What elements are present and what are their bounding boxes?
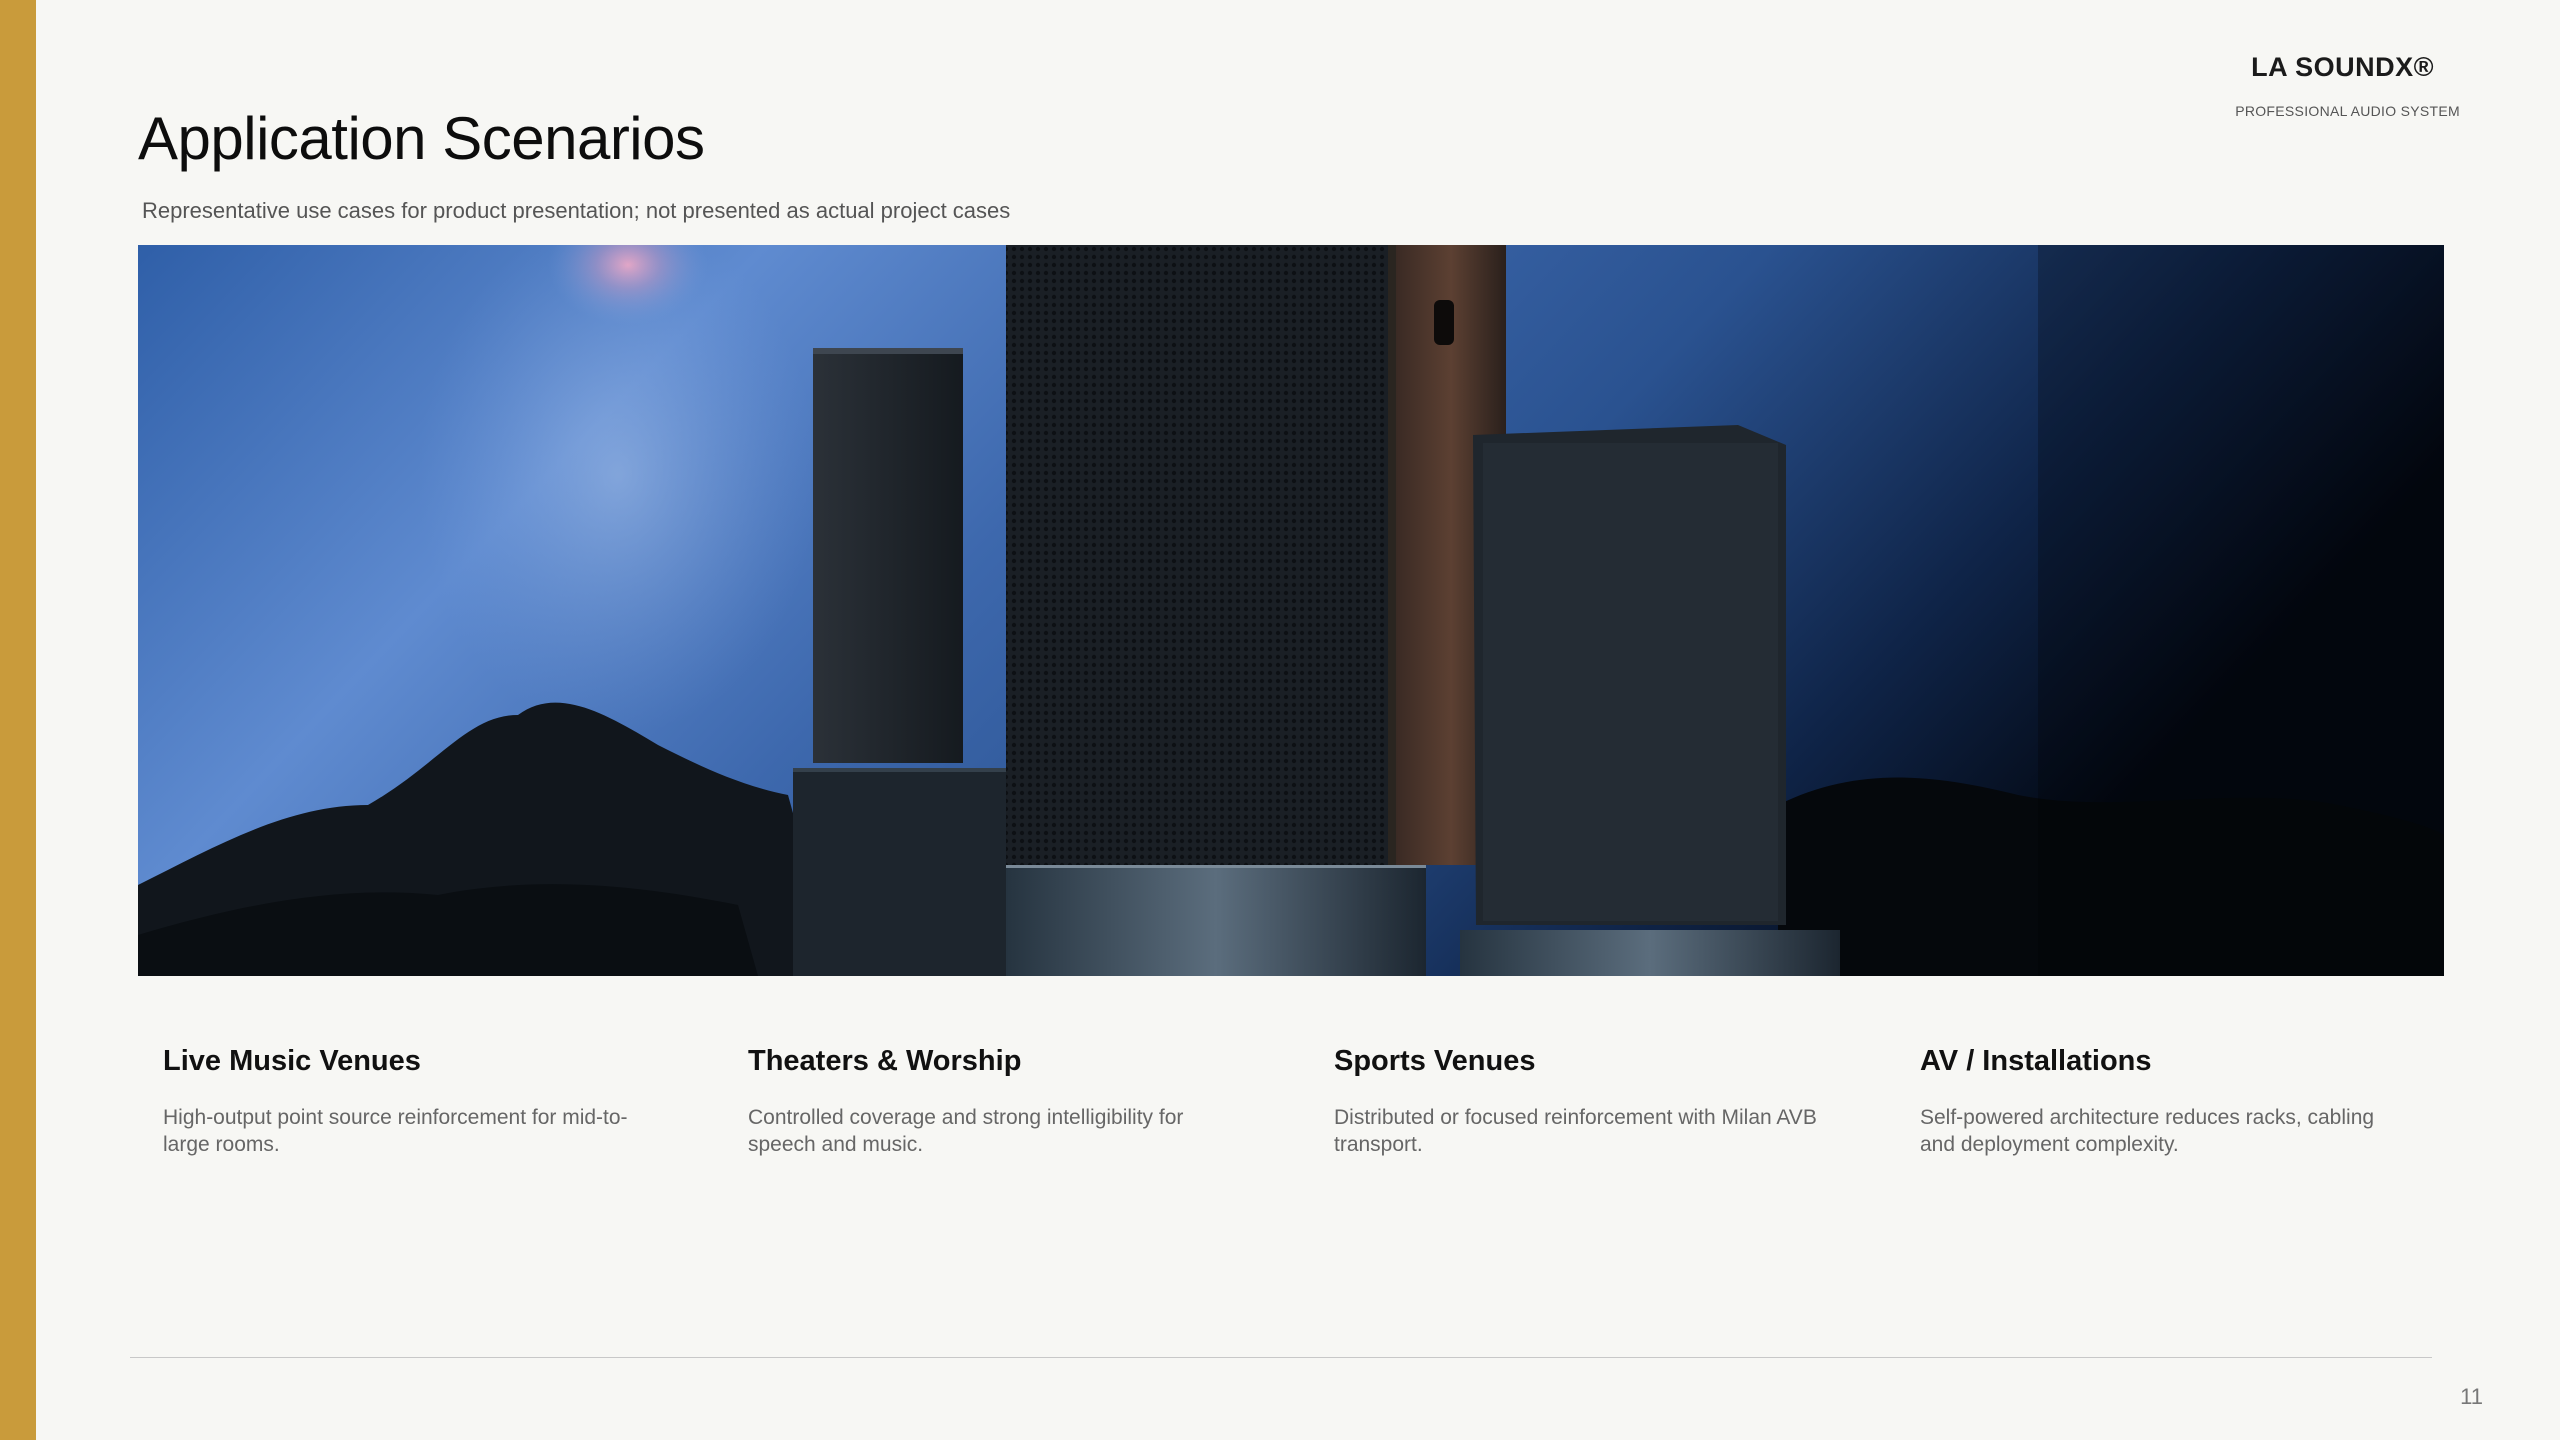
scenario-list: Live Music Venues High-output point sour… [163,1045,2463,1185]
scenario-description: High-output point source reinforcement f… [163,1106,628,1156]
speaker-photo [138,245,2444,976]
scenario-card-live-music: Live Music Venues High-output point sour… [163,1045,663,1158]
footer-divider [130,1357,2432,1358]
brand-name: LA SOUNDX® [2251,52,2434,82]
scenario-title: Live Music Venues [163,1045,421,1077]
hero-image [138,245,2444,976]
page-number: 11 [2460,1384,2483,1409]
page-title: Application Scenarios [138,105,705,172]
scenario-card-theaters: Theaters & Worship Controlled coverage a… [748,1045,1248,1158]
scenario-title: AV / Installations [1920,1045,2152,1077]
accent-bar [0,0,36,1440]
page-subtitle: Representative use cases for product pre… [142,198,1011,223]
brand-tagline: PROFESSIONAL AUDIO SYSTEM [2235,103,2460,119]
brand-logo: LA SOUNDX® PROFESSIONAL AUDIO SYSTEM [2180,52,2460,119]
scenario-card-av-installations: AV / Installations Self-powered architec… [1920,1045,2420,1158]
scenario-title: Sports Venues [1334,1045,1536,1077]
scenario-title: Theaters & Worship [748,1045,1022,1077]
scenario-description: Distributed or focused reinforcement wit… [1334,1106,1817,1156]
scenario-card-sports: Sports Venues Distributed or focused rei… [1334,1045,1834,1158]
scenario-description: Controlled coverage and strong intelligi… [748,1106,1184,1156]
scenario-description: Self-powered architecture reduces racks,… [1920,1106,2375,1156]
slide: LA SOUNDX® PROFESSIONAL AUDIO SYSTEM App… [0,0,2560,1440]
